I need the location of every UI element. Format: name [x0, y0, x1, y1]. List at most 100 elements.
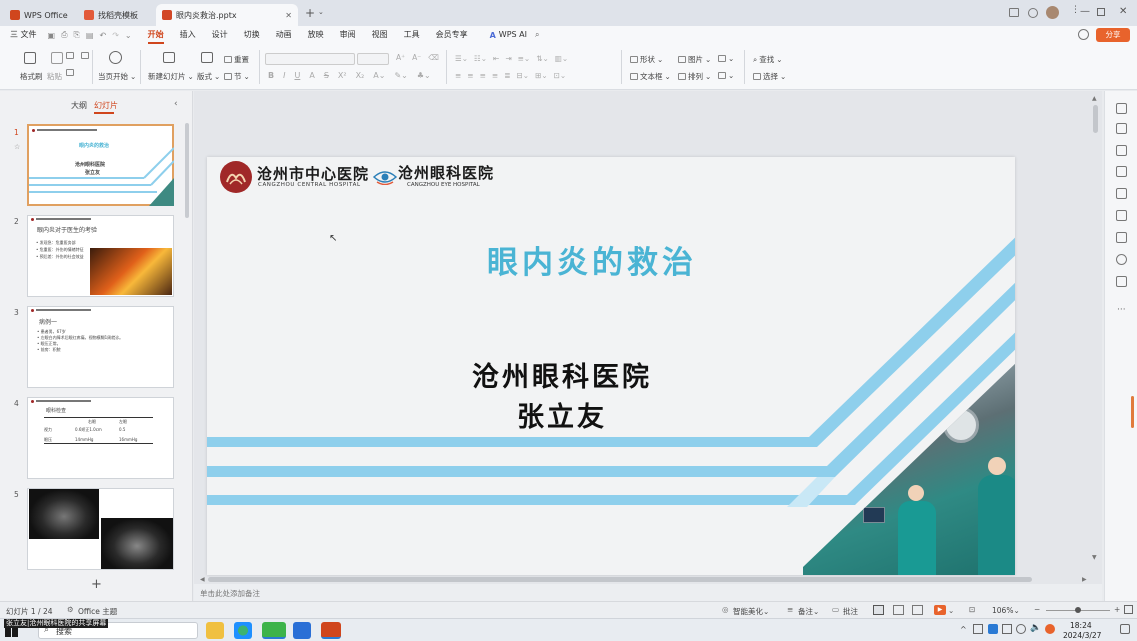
tab-wps-office[interactable]: WPS Office	[4, 4, 74, 26]
font-size-select[interactable]	[357, 53, 389, 65]
menu-review[interactable]: 审阅	[332, 26, 364, 44]
text-fit-icon[interactable]: ⊞⌄	[535, 71, 548, 80]
slide-thumbnail-5[interactable]	[27, 488, 174, 570]
restore-icon[interactable]	[1097, 8, 1105, 16]
paste-button[interactable]: 粘贴	[47, 71, 62, 82]
shape-button[interactable]: 形状 ⌄	[630, 54, 663, 65]
remarks-button[interactable]: 备注⌄	[798, 606, 819, 617]
notification-icon[interactable]	[1120, 624, 1130, 634]
normal-view-icon[interactable]	[873, 605, 884, 615]
font-family-select[interactable]	[265, 53, 355, 65]
tray-wps-icon[interactable]	[1045, 624, 1055, 634]
strikethrough-icon[interactable]: S	[324, 71, 329, 80]
new-slide-icon[interactable]	[163, 52, 175, 63]
cloud-sync-icon[interactable]	[1078, 29, 1089, 40]
menu-member[interactable]: 会员专享	[428, 26, 476, 44]
redo-icon[interactable]: ↷	[112, 31, 119, 40]
tray-chevron-icon[interactable]: ^	[960, 625, 967, 634]
tab-outline[interactable]: 大纲	[71, 100, 87, 111]
presenter-organization[interactable]: 沧州眼科医院	[207, 355, 917, 394]
scroll-right-icon[interactable]: ▶	[1082, 576, 1087, 583]
bullet-list-icon[interactable]: ☰⌄	[455, 54, 468, 63]
new-slide-button[interactable]: 新建幻灯片 ⌄	[148, 71, 194, 82]
tab-document[interactable]: 眼内炎救治.pptx ✕	[156, 4, 298, 26]
decrease-indent-icon[interactable]: ⇤	[493, 54, 499, 63]
tab-list-chevron-icon[interactable]: ⌄	[318, 8, 324, 16]
decrease-font-icon[interactable]: A⁻	[412, 53, 421, 62]
star-icon[interactable]: ☆	[14, 143, 20, 151]
menu-home[interactable]: 开始	[140, 26, 172, 44]
animation-icon[interactable]	[1116, 145, 1127, 156]
slide-canvas[interactable]: 沧州市中心医院 CANGZHOU CENTRAL HOSPITAL 沧州眼科医院…	[207, 157, 1015, 575]
slide-thumbnail-3[interactable]: 病例一 • 患者男，67岁 • 左眼白内障术后眼红疼痛，视物模糊1周就诊。 • …	[27, 306, 174, 388]
format-painter-button[interactable]: 格式刷	[20, 71, 43, 82]
superscript-icon[interactable]: X²	[338, 71, 347, 80]
picture-button[interactable]: 图片 ⌄	[678, 54, 711, 65]
feedback-icon[interactable]	[1116, 276, 1127, 287]
play-from-current-button[interactable]: 当页开始 ⌄	[98, 71, 136, 82]
horizontal-scrollbar-thumb[interactable]	[208, 577, 1032, 582]
presenter-name[interactable]: 张立友	[207, 395, 917, 434]
comments-button[interactable]: 批注	[843, 606, 858, 617]
tray-meeting-icon[interactable]	[988, 624, 998, 634]
menu-design[interactable]: 设计	[204, 26, 236, 44]
char-spacing-icon[interactable]: ♣⌄	[417, 71, 431, 80]
new-tab-button[interactable]: +	[305, 6, 315, 20]
play-chevron-icon[interactable]: ⌄	[948, 606, 954, 615]
close-tab-icon[interactable]: ✕	[285, 11, 292, 20]
save-icon[interactable]: ▣	[48, 31, 56, 40]
textbox-button[interactable]: 文本框 ⌄	[630, 71, 671, 82]
properties-icon[interactable]	[1116, 103, 1127, 114]
shadow-icon[interactable]: A	[309, 71, 314, 80]
file-menu[interactable]: 三 文件	[0, 26, 45, 44]
copy-icon[interactable]	[81, 52, 89, 59]
sorter-view-icon[interactable]	[893, 605, 904, 615]
subscript-icon[interactable]: X₂	[356, 71, 365, 80]
export-pdf-icon[interactable]: ⎙	[61, 30, 67, 40]
justify-icon[interactable]: ≡	[492, 71, 498, 80]
menu-insert[interactable]: 插入	[172, 26, 204, 44]
zoom-level[interactable]: 106%⌄	[992, 606, 1020, 615]
reading-view-icon[interactable]	[912, 605, 923, 615]
edge-browser-icon[interactable]	[234, 622, 252, 639]
format-painter-icon[interactable]	[24, 52, 36, 64]
vertical-scrollbar-thumb[interactable]	[1093, 105, 1098, 133]
increase-font-icon[interactable]: A⁺	[396, 53, 405, 62]
play-icon[interactable]	[109, 51, 122, 64]
vertical-align-icon[interactable]: ⊟⌄	[516, 71, 529, 80]
align-left-icon[interactable]: ≡	[455, 71, 461, 80]
smart-beautify-button[interactable]: 智能美化⌄	[733, 606, 769, 617]
share-button[interactable]: 分享	[1096, 28, 1130, 42]
align-right-icon[interactable]: ≡	[480, 71, 486, 80]
slide-thumbnail-2[interactable]: 眼内炎对于医生的考验 • 发现急：危重医务部 • 危重医：外伤的情绪特征 • 预…	[27, 215, 174, 297]
skin-icon[interactable]	[1028, 8, 1038, 18]
section-button[interactable]: 节 ⌄	[224, 71, 250, 82]
preview-icon[interactable]: ▤	[86, 31, 94, 40]
tray-app-icon[interactable]	[973, 624, 983, 634]
print-icon[interactable]: ⎘	[74, 30, 80, 40]
tray-cloud-icon[interactable]	[1002, 624, 1012, 634]
menu-transition[interactable]: 切换	[236, 26, 268, 44]
design-icon[interactable]	[1116, 123, 1127, 134]
scroll-left-icon[interactable]: ◀	[200, 576, 205, 583]
select-button[interactable]: 选择 ⌄	[753, 71, 786, 82]
wps-taskbar-icon[interactable]	[321, 622, 341, 639]
zoom-in-icon[interactable]: +	[1114, 605, 1120, 614]
zoom-out-icon[interactable]: −	[1034, 605, 1040, 614]
fill-button[interactable]: ⌄	[718, 54, 734, 63]
transition-icon[interactable]	[1116, 166, 1127, 177]
smart-art-icon[interactable]: ⊡⌄	[554, 71, 567, 80]
scroll-down-icon[interactable]: ▼	[1092, 554, 1097, 561]
menu-tools[interactable]: 工具	[396, 26, 428, 44]
tab-slides[interactable]: 幻灯片	[94, 100, 118, 111]
paste-icon[interactable]	[51, 52, 63, 64]
more-icon[interactable]: ⋮	[1071, 5, 1080, 15]
fit-window-icon[interactable]	[1124, 605, 1133, 614]
layout-icon[interactable]	[201, 52, 213, 63]
best-fit-icon[interactable]: ⊡	[969, 605, 975, 614]
arrange-button[interactable]: 排列 ⌄	[678, 71, 711, 82]
pane-scroll-indicator[interactable]	[1131, 396, 1134, 428]
undo-icon[interactable]: ↶	[99, 31, 106, 40]
play-slideshow-icon[interactable]: ▶	[934, 605, 946, 615]
slide-thumbnail-1[interactable]: 眼内炎的救治 沧州眼科医院 张立友	[27, 124, 174, 206]
